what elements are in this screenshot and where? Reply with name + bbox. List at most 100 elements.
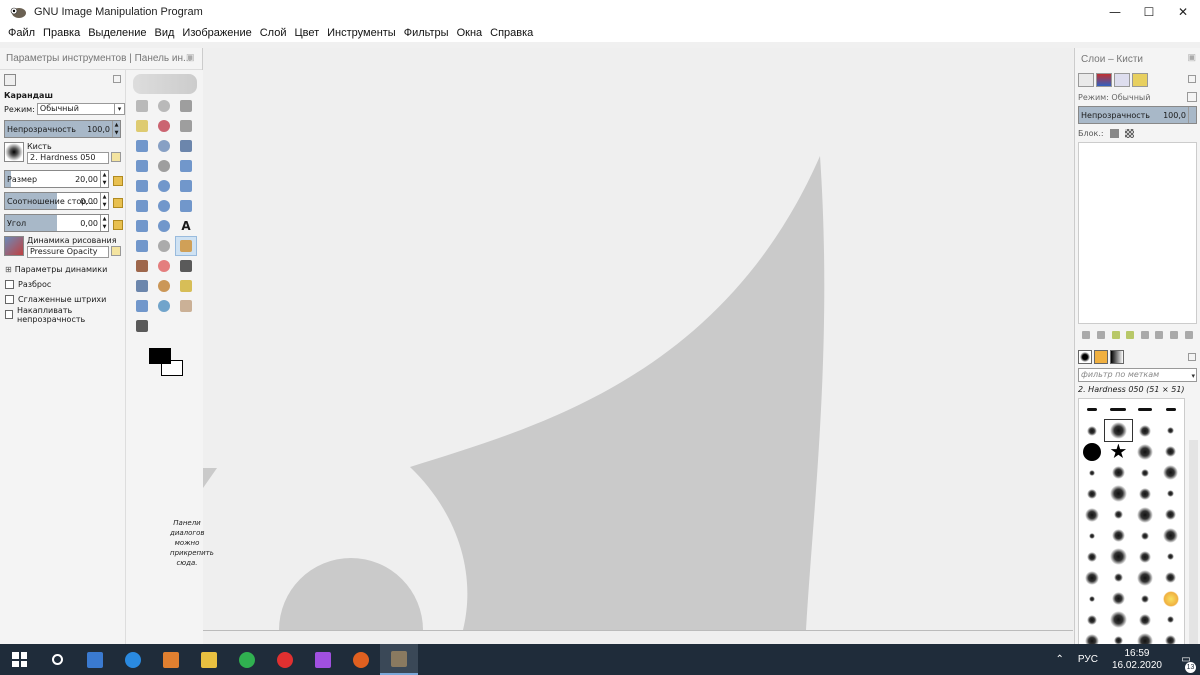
lock-pixels-icon[interactable] (1109, 128, 1119, 138)
brush-cell[interactable] (1132, 525, 1158, 546)
heal-tool[interactable] (175, 276, 197, 296)
chevron-up-icon[interactable]: ⌃ (1056, 654, 1064, 665)
menu-item-9[interactable]: Окна (457, 27, 483, 39)
brush-cell[interactable] (1158, 546, 1184, 567)
left-dock-tab-header[interactable]: Параметры инструментов | Панель ин... ▣ (0, 48, 202, 70)
jitter-checkbox-row[interactable]: Разброс (0, 277, 125, 292)
language-indicator[interactable]: РУС (1078, 654, 1098, 665)
mail-taskbar-button[interactable] (228, 644, 266, 675)
brush-cell[interactable] (1105, 609, 1131, 630)
opacity-spinner[interactable]: ▲ ▼ (112, 121, 120, 137)
brush-cell[interactable] (1104, 419, 1133, 442)
menu-item-6[interactable]: Цвет (294, 27, 319, 39)
menu-item-5[interactable]: Слой (260, 27, 287, 39)
zoom-tool[interactable] (131, 156, 153, 176)
dynamics-name-field[interactable]: Pressure Opacity (27, 246, 109, 258)
fg-bg-colors[interactable] (149, 348, 189, 382)
brushes-grid[interactable] (1078, 398, 1185, 648)
brush-cell[interactable] (1105, 525, 1131, 546)
panel-menu-icon[interactable] (113, 75, 121, 83)
opacity-slider[interactable]: Непрозрачность 100,0 ▲ ▼ (4, 120, 121, 138)
menu-item-7[interactable]: Инструменты (327, 27, 396, 39)
bucket-fill-tool[interactable] (131, 236, 153, 256)
brush-cell[interactable] (1079, 462, 1105, 483)
layers-list[interactable] (1078, 142, 1197, 324)
cage-tool[interactable] (153, 216, 175, 236)
image-canvas-area[interactable] (203, 48, 1073, 644)
layer-opacity-spinner[interactable] (1188, 107, 1196, 123)
minimize-button[interactable]: — (1098, 0, 1132, 24)
dock-close-icon[interactable]: ▣ (186, 52, 198, 64)
perspective-tool[interactable] (153, 196, 175, 216)
app-taskbar-button[interactable] (304, 644, 342, 675)
size-slider[interactable]: Размер 20,00 ▲ ▼ (4, 170, 109, 188)
menu-item-1[interactable]: Правка (43, 27, 80, 39)
new-group-icon[interactable] (1096, 331, 1105, 339)
brush-cell[interactable] (1158, 420, 1184, 441)
layer-mode-select[interactable]: Режим: Обычный (1075, 90, 1200, 104)
incremental-checkbox[interactable] (5, 310, 13, 319)
menu-item-10[interactable]: Справка (490, 27, 533, 39)
anchor-layer-icon[interactable] (1140, 331, 1149, 339)
flip-tool[interactable] (131, 216, 153, 236)
merge-layer-icon[interactable] (1170, 331, 1179, 339)
brush-preview[interactable] (4, 142, 24, 162)
start-taskbar-button[interactable] (0, 644, 38, 675)
clone-tool[interactable] (153, 276, 175, 296)
layer-opacity-slider[interactable]: Непрозрачность 100,0 (1078, 106, 1197, 124)
clock[interactable]: 16:59 16.02.2020 (1112, 648, 1162, 672)
brush-cell[interactable] (1158, 399, 1184, 420)
menu-item-4[interactable]: Изображение (182, 27, 251, 39)
mode-select[interactable]: Обычный ▾ (36, 103, 125, 115)
media-player-taskbar-button[interactable] (152, 644, 190, 675)
measure-tool[interactable] (153, 156, 175, 176)
brush-cell[interactable] (1079, 609, 1105, 630)
menu-item-3[interactable]: Вид (155, 27, 175, 39)
brush-cell[interactable] (1132, 462, 1158, 483)
fuzzy-select-tool[interactable] (131, 116, 153, 136)
unified-transform-tool[interactable] (175, 176, 197, 196)
file-explorer-taskbar-button[interactable] (190, 644, 228, 675)
brush-cell[interactable] (1079, 420, 1105, 441)
notification-center-button[interactable]: ▭ 13 (1172, 654, 1200, 673)
rect-select-tool[interactable] (131, 96, 153, 116)
incremental-checkbox-row[interactable]: Накапливать непрозрачность (0, 306, 125, 324)
brush-cell[interactable] (1079, 525, 1105, 546)
patterns-tab-icon[interactable] (1094, 350, 1108, 364)
brush-cell[interactable] (1105, 441, 1131, 462)
lock-alpha-icon[interactable] (1124, 128, 1134, 138)
brush-cell[interactable] (1158, 462, 1184, 483)
channels-tab-icon[interactable] (1096, 73, 1112, 87)
gimp-taskbar-button[interactable] (380, 644, 418, 675)
search-taskbar-button[interactable] (38, 644, 76, 675)
airbrush-tool[interactable] (175, 256, 197, 276)
brush-cell[interactable] (1105, 567, 1131, 588)
store-taskbar-button[interactable] (76, 644, 114, 675)
brush-cell[interactable] (1132, 483, 1158, 504)
perspective-clone-tool[interactable] (131, 296, 153, 316)
brush-cell[interactable] (1105, 546, 1131, 567)
size-spinner[interactable]: ▲ ▼ (100, 171, 108, 187)
brush-cell[interactable] (1132, 588, 1158, 609)
smudge-tool[interactable] (175, 296, 197, 316)
angle-reset-icon[interactable] (113, 220, 123, 230)
brush-cell[interactable] (1132, 567, 1158, 588)
wilber-drop-area[interactable] (133, 74, 197, 94)
aspect-ratio-spinner[interactable]: ▲ ▼ (100, 193, 108, 209)
paintbrush-tool[interactable] (131, 256, 153, 276)
text-tool[interactable]: A (175, 216, 197, 236)
yandex-browser-taskbar-button[interactable] (266, 644, 304, 675)
brush-edit-icon[interactable] (111, 152, 121, 162)
paths-tab-icon[interactable] (1114, 73, 1130, 87)
raise-layer-icon[interactable] (1111, 331, 1120, 339)
color-select-tool[interactable] (153, 116, 175, 136)
foreground-color-swatch[interactable] (149, 348, 171, 364)
lower-layer-icon[interactable] (1126, 331, 1135, 339)
brush-cell[interactable] (1132, 609, 1158, 630)
crop-tool[interactable] (131, 196, 153, 216)
brush-cell[interactable] (1079, 483, 1105, 504)
delete-layer-icon[interactable] (1184, 331, 1193, 339)
move-tool[interactable] (175, 156, 197, 176)
brush-cell[interactable] (1079, 441, 1105, 462)
dock-close-icon[interactable]: ▣ (1187, 52, 1196, 63)
